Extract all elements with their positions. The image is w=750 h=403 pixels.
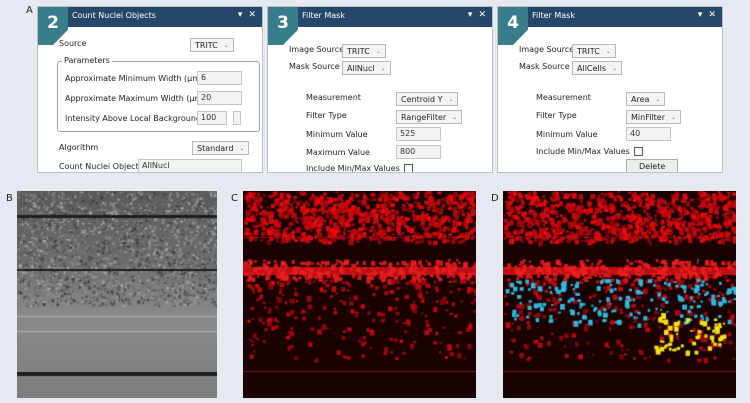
source-label: Source [59, 39, 87, 48]
measurement-select[interactable]: Centroid Y ⌄ [396, 92, 459, 106]
filter-mask-panel-4: 4 Filter Mask ▾ ✕ Image Source TRITC ⌄ Mas… [497, 6, 723, 173]
intensity-input[interactable]: 100 [197, 111, 227, 125]
chevron-down-icon: ⌄ [605, 47, 611, 55]
figure-label-b: B [6, 193, 13, 204]
min-value-label: Minimum Value [306, 130, 368, 139]
measurement-label: Measurement [536, 93, 591, 102]
mask-source-label: Mask Source [289, 62, 340, 71]
include-min-max-label: Include Min/Max Values [536, 147, 630, 156]
close-icon[interactable]: ✕ [708, 10, 716, 20]
figure-label-d: D [491, 193, 499, 204]
figure-label-c: C [231, 193, 238, 204]
chevron-down-icon: ⌄ [612, 64, 618, 72]
max-value-input[interactable]: 800 [396, 145, 441, 159]
algorithm-label: Algorithm [59, 143, 99, 152]
chevron-down-icon: ⌄ [380, 64, 386, 72]
figure-label-a: A [26, 5, 33, 16]
chevron-down-icon: ⌄ [671, 113, 677, 121]
mask-source-select[interactable]: AllCells ⌄ [572, 61, 623, 75]
output-label: Count Nuclei Objects [59, 162, 143, 171]
measurement-select[interactable]: Area ⌄ [626, 92, 666, 106]
parameters-legend: Parameters [62, 56, 112, 65]
filter-mask-panel-3: 3 Filter Mask ▾ ✕ Image Source TRITC ⌄ Mas… [267, 6, 493, 173]
nuclei-fluorescence-image [243, 191, 476, 398]
include-min-max-checkbox[interactable] [633, 147, 643, 156]
panel-header: Filter Mask ▾ ✕ [498, 7, 722, 27]
chevron-down-icon: ⌄ [223, 41, 229, 49]
filter-type-label: Filter Type [536, 111, 577, 120]
min-value-input[interactable]: 525 [396, 127, 441, 141]
chevron-down-icon: ⌄ [452, 113, 458, 121]
close-icon[interactable]: ✕ [478, 10, 486, 20]
panel-title: Count Nuclei Objects [72, 11, 156, 20]
pin-icon[interactable]: ▾ [468, 10, 473, 20]
mask-source-label: Mask Source [519, 62, 570, 71]
intensity-label: Intensity Above Local Background [65, 114, 202, 123]
count-nuclei-panel: 2 Count Nuclei Objects ▾ ✕ Source TRITC ⌄ … [37, 6, 263, 173]
output-input[interactable]: AllNucl [138, 159, 242, 172]
intensity-extra-input[interactable] [233, 111, 241, 125]
chevron-down-icon: ⌄ [239, 144, 245, 152]
image-source-select[interactable]: TRITC ⌄ [572, 44, 616, 58]
chevron-down-icon: ⌄ [375, 47, 381, 55]
mask-source-select[interactable]: AllNucl ⌄ [342, 61, 391, 75]
chevron-down-icon: ⌄ [655, 95, 661, 103]
close-icon[interactable]: ✕ [248, 10, 256, 20]
filtered-nuclei-image [503, 191, 736, 398]
max-width-label: Approximate Maximum Width (µm) [65, 94, 206, 103]
filter-type-label: Filter Type [306, 111, 347, 120]
min-value-label: Minimum Value [536, 130, 598, 139]
include-min-max-label: Include Min/Max Values [306, 164, 400, 173]
step-badge: 3 [268, 7, 298, 45]
pin-icon[interactable]: ▾ [238, 10, 243, 20]
pin-icon[interactable]: ▾ [698, 10, 703, 20]
panel-header: Filter Mask ▾ ✕ [268, 7, 492, 27]
min-value-input[interactable]: 40 [626, 127, 671, 141]
step-badge: 4 [498, 7, 528, 45]
filter-type-select[interactable]: MinFilter ⌄ [626, 110, 682, 124]
algorithm-select[interactable]: Standard ⌄ [192, 141, 250, 155]
measurement-label: Measurement [306, 93, 361, 102]
delete-button[interactable]: Delete [626, 159, 679, 172]
brightfield-image [17, 191, 217, 398]
filter-type-select[interactable]: RangeFilter ⌄ [396, 110, 463, 124]
source-select[interactable]: TRITC ⌄ [190, 38, 234, 52]
chevron-down-icon: ⌄ [448, 95, 454, 103]
image-source-label: Image Source [289, 45, 345, 54]
panel-title: Filter Mask [532, 11, 575, 20]
include-min-max-checkbox[interactable] [403, 164, 413, 172]
panel-header: Count Nuclei Objects ▾ ✕ [38, 7, 262, 27]
max-width-input[interactable]: 20 [197, 91, 242, 105]
max-value-label: Maximum Value [306, 148, 370, 157]
min-width-label: Approximate Minimum Width (µm) [65, 74, 204, 83]
image-source-label: Image Source [519, 45, 575, 54]
min-width-input[interactable]: 6 [197, 71, 242, 85]
image-source-select[interactable]: TRITC ⌄ [342, 44, 386, 58]
panel-title: Filter Mask [302, 11, 345, 20]
